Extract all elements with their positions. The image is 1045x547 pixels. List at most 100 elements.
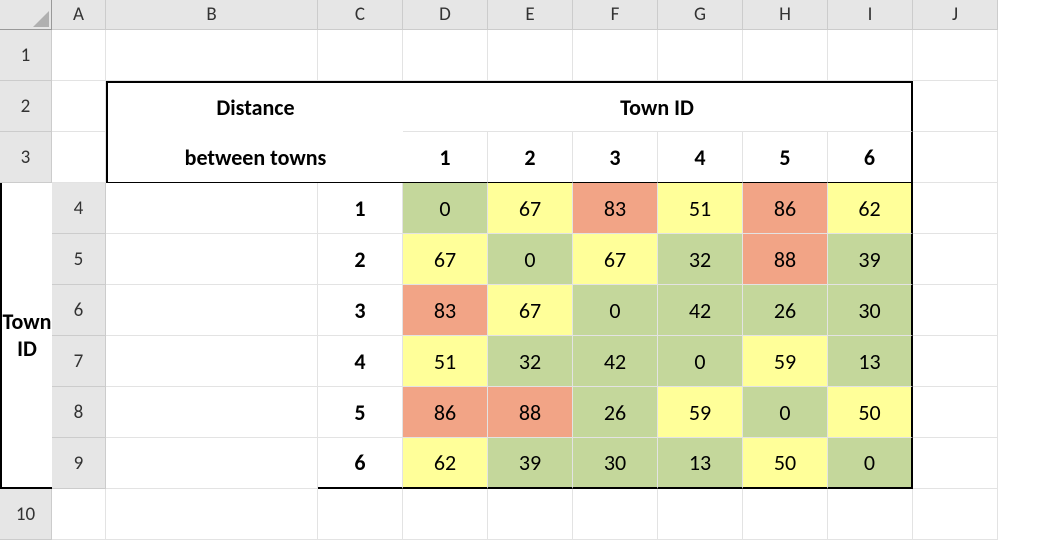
row-id-1[interactable]: 1: [318, 183, 403, 234]
cell-H10[interactable]: [743, 489, 828, 540]
cell-J10[interactable]: [913, 489, 998, 540]
matrix-1-0[interactable]: 67: [403, 234, 488, 285]
matrix-3-1[interactable]: 32: [488, 336, 573, 387]
matrix-4-0[interactable]: 86: [403, 387, 488, 438]
row-header-10[interactable]: 10: [0, 489, 52, 540]
row-header-6[interactable]: 6: [52, 285, 106, 336]
col-id-3[interactable]: 3: [573, 132, 658, 183]
row-id-5[interactable]: 5: [318, 387, 403, 438]
cell-A7[interactable]: [106, 336, 318, 387]
matrix-5-2[interactable]: 30: [573, 438, 658, 489]
matrix-0-3[interactable]: 51: [658, 183, 743, 234]
cell-J8[interactable]: [913, 387, 998, 438]
matrix-1-3[interactable]: 32: [658, 234, 743, 285]
cell-A8[interactable]: [106, 387, 318, 438]
distance-label-line1[interactable]: Distance: [106, 81, 403, 132]
town-id-left-label[interactable]: Town ID: [0, 183, 52, 489]
matrix-1-1[interactable]: 0: [488, 234, 573, 285]
matrix-1-4[interactable]: 88: [743, 234, 828, 285]
row-header-4[interactable]: 4: [52, 183, 106, 234]
col-id-6[interactable]: 6: [828, 132, 913, 183]
row-header-2[interactable]: 2: [0, 81, 52, 132]
cell-B10[interactable]: [106, 489, 318, 540]
matrix-4-1[interactable]: 88: [488, 387, 573, 438]
matrix-5-4[interactable]: 50: [743, 438, 828, 489]
col-header-I[interactable]: I: [828, 0, 913, 30]
cell-C10[interactable]: [318, 489, 403, 540]
row-header-3[interactable]: 3: [0, 132, 52, 183]
row-header-8[interactable]: 8: [52, 387, 106, 438]
cell-A2[interactable]: [52, 81, 106, 132]
cell-J9[interactable]: [913, 438, 998, 489]
cell-A1[interactable]: [52, 30, 106, 81]
distance-label-line2[interactable]: between towns: [106, 132, 403, 183]
cell-I1[interactable]: [828, 30, 913, 81]
matrix-0-4[interactable]: 86: [743, 183, 828, 234]
matrix-0-2[interactable]: 83: [573, 183, 658, 234]
spreadsheet-grid[interactable]: A B C D E F G H I J 1 2 Distance Town ID…: [0, 0, 1045, 547]
town-id-top-label[interactable]: Town ID: [403, 81, 913, 132]
matrix-2-0[interactable]: 83: [403, 285, 488, 336]
col-id-4[interactable]: 4: [658, 132, 743, 183]
col-header-C[interactable]: C: [318, 0, 403, 30]
cell-I10[interactable]: [828, 489, 913, 540]
col-header-B[interactable]: B: [106, 0, 318, 30]
col-header-G[interactable]: G: [658, 0, 743, 30]
cell-D10[interactable]: [403, 489, 488, 540]
matrix-3-2[interactable]: 42: [573, 336, 658, 387]
cell-E1[interactable]: [488, 30, 573, 81]
cell-F1[interactable]: [573, 30, 658, 81]
cell-C1[interactable]: [318, 30, 403, 81]
row-id-4[interactable]: 4: [318, 336, 403, 387]
matrix-3-0[interactable]: 51: [403, 336, 488, 387]
cell-J3[interactable]: [913, 132, 998, 183]
col-id-1[interactable]: 1: [403, 132, 488, 183]
row-header-7[interactable]: 7: [52, 336, 106, 387]
cell-A9[interactable]: [106, 438, 318, 489]
matrix-2-4[interactable]: 26: [743, 285, 828, 336]
row-header-5[interactable]: 5: [52, 234, 106, 285]
col-header-F[interactable]: F: [573, 0, 658, 30]
row-id-2[interactable]: 2: [318, 234, 403, 285]
cell-A6[interactable]: [106, 285, 318, 336]
cell-A4[interactable]: [106, 183, 318, 234]
row-header-9[interactable]: 9: [52, 438, 106, 489]
cell-J1[interactable]: [913, 30, 998, 81]
cell-J6[interactable]: [913, 285, 998, 336]
col-header-E[interactable]: E: [488, 0, 573, 30]
cell-F10[interactable]: [573, 489, 658, 540]
cell-B1[interactable]: [106, 30, 318, 81]
row-id-6[interactable]: 6: [318, 438, 403, 489]
matrix-5-0[interactable]: 62: [403, 438, 488, 489]
matrix-2-3[interactable]: 42: [658, 285, 743, 336]
matrix-4-3[interactable]: 59: [658, 387, 743, 438]
select-all-corner[interactable]: [0, 0, 52, 30]
matrix-0-5[interactable]: 62: [828, 183, 913, 234]
matrix-2-2[interactable]: 0: [573, 285, 658, 336]
col-id-5[interactable]: 5: [743, 132, 828, 183]
matrix-2-5[interactable]: 30: [828, 285, 913, 336]
col-header-D[interactable]: D: [403, 0, 488, 30]
cell-H1[interactable]: [743, 30, 828, 81]
row-header-1[interactable]: 1: [0, 30, 52, 81]
matrix-5-1[interactable]: 39: [488, 438, 573, 489]
col-id-2[interactable]: 2: [488, 132, 573, 183]
col-header-J[interactable]: J: [913, 0, 998, 30]
cell-J4[interactable]: [913, 183, 998, 234]
cell-A5[interactable]: [106, 234, 318, 285]
cell-E10[interactable]: [488, 489, 573, 540]
col-header-A[interactable]: A: [52, 0, 106, 30]
matrix-4-2[interactable]: 26: [573, 387, 658, 438]
cell-J7[interactable]: [913, 336, 998, 387]
cell-A10[interactable]: [52, 489, 106, 540]
cell-J5[interactable]: [913, 234, 998, 285]
matrix-3-3[interactable]: 0: [658, 336, 743, 387]
cell-G10[interactable]: [658, 489, 743, 540]
matrix-2-1[interactable]: 67: [488, 285, 573, 336]
cell-G1[interactable]: [658, 30, 743, 81]
matrix-5-3[interactable]: 13: [658, 438, 743, 489]
matrix-1-2[interactable]: 67: [573, 234, 658, 285]
matrix-0-1[interactable]: 67: [488, 183, 573, 234]
cell-J2[interactable]: [913, 81, 998, 132]
row-id-3[interactable]: 3: [318, 285, 403, 336]
